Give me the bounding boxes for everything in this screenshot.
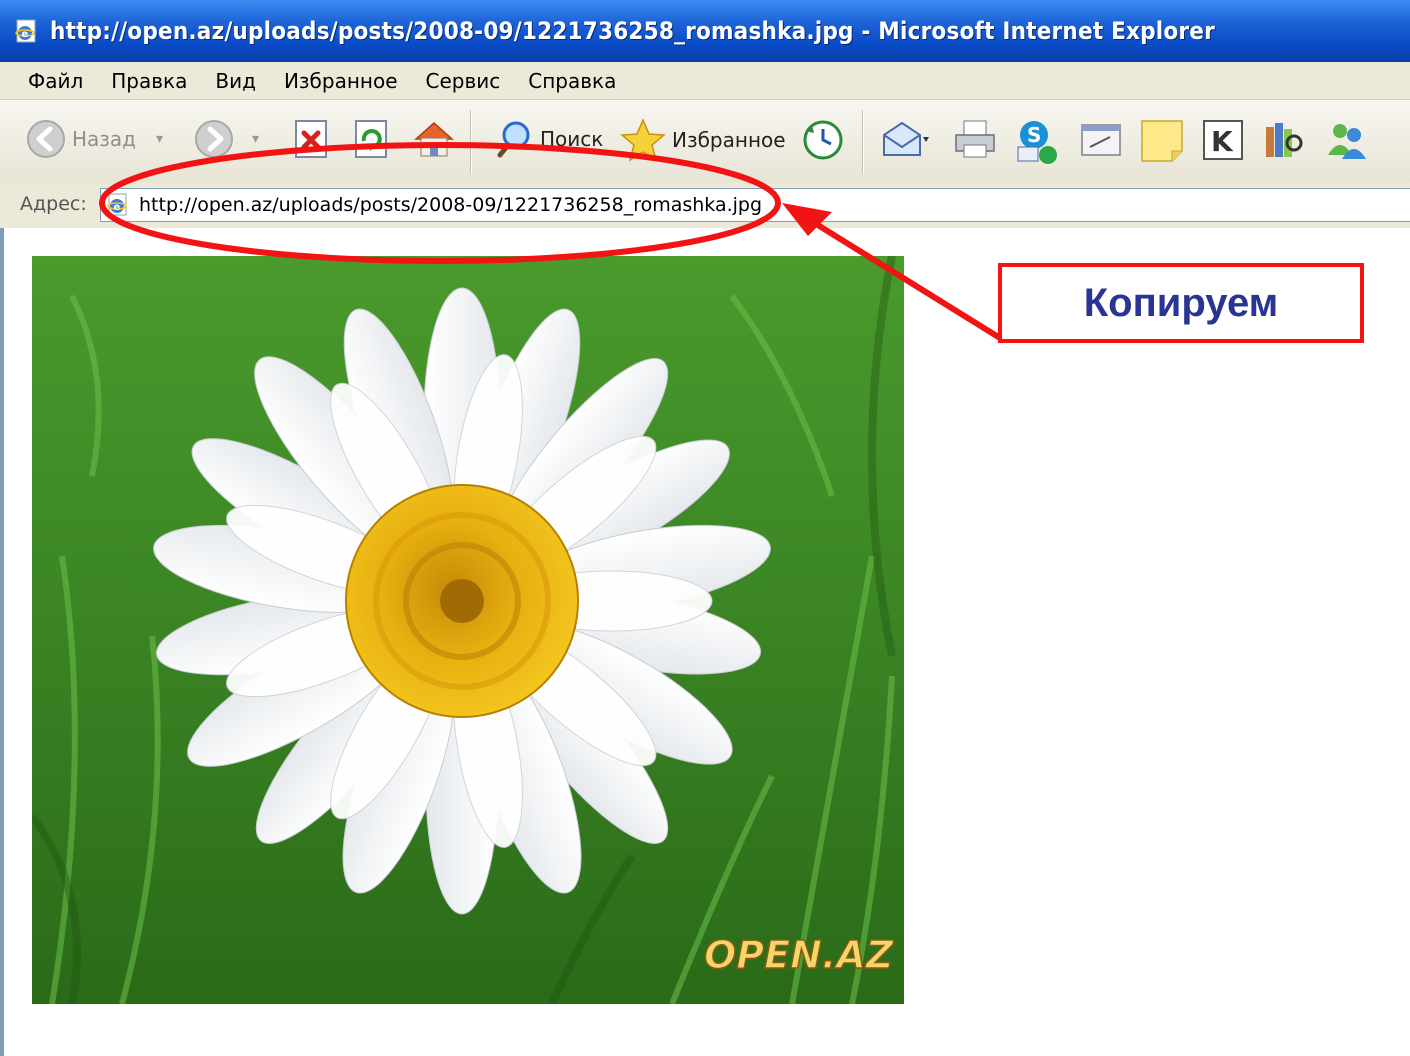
note-button[interactable]	[1138, 117, 1186, 163]
messenger-button[interactable]	[1322, 117, 1372, 163]
favorites-button[interactable]: Избранное	[618, 117, 786, 163]
history-icon	[803, 120, 843, 160]
research-icon	[1266, 123, 1303, 157]
forward-arrow-icon	[195, 120, 233, 158]
forward-dropdown-icon[interactable]: ▾	[252, 131, 259, 147]
window-title: http://open.az/uploads/posts/2008-09/122…	[50, 17, 1215, 45]
svg-text:K: K	[1211, 125, 1234, 158]
menu-file[interactable]: Файл	[28, 69, 83, 93]
callout-text: Копируем	[1083, 280, 1279, 325]
back-button[interactable]: Назад ▾	[24, 117, 163, 161]
search-button[interactable]: Поиск	[496, 117, 603, 161]
window-titlebar: e http://open.az/uploads/posts/2008-09/1…	[0, 0, 1410, 62]
daisy-image: OPEN.AZ	[32, 256, 904, 1004]
menu-tools[interactable]: Сервис	[426, 69, 501, 93]
menu-favorites[interactable]: Избранное	[284, 69, 398, 93]
edit-button[interactable]	[1078, 117, 1124, 161]
print-button[interactable]	[952, 117, 998, 161]
refresh-button[interactable]	[350, 117, 394, 161]
address-input[interactable]: e http://open.az/uploads/posts/2008-09/1…	[100, 188, 1410, 222]
history-button[interactable]	[800, 117, 846, 163]
research-button[interactable]	[1262, 117, 1308, 163]
skype-button[interactable]: S	[1014, 117, 1064, 167]
standard-toolbar: Назад ▾ ▾ Поиск Избранное S K	[0, 100, 1410, 183]
svg-text:e: e	[114, 202, 121, 213]
menu-bar: Файл Правка Вид Избранное Сервис Справка	[0, 62, 1410, 100]
sticky-note-icon	[1141, 120, 1183, 162]
stop-button[interactable]	[290, 117, 334, 161]
annotation-callout: Копируем	[998, 263, 1364, 343]
skype-icon: S	[1017, 121, 1057, 164]
back-label: Назад	[72, 127, 137, 151]
search-label: Поиск	[540, 127, 604, 151]
svg-text:S: S	[1027, 123, 1041, 147]
forward-button[interactable]: ▾	[192, 117, 259, 161]
daisy-photo: OPEN.AZ	[32, 256, 904, 1004]
search-icon	[497, 121, 530, 158]
refresh-icon	[355, 120, 387, 158]
messenger-users-icon	[1328, 124, 1366, 159]
ie-page-icon: e	[15, 19, 36, 43]
address-url: http://open.az/uploads/posts/2008-09/122…	[139, 194, 763, 216]
mail-icon	[883, 121, 929, 156]
home-icon	[414, 121, 454, 157]
watermark-logo: OPEN.AZ	[704, 933, 895, 977]
ie-page-icon: e	[107, 193, 127, 216]
printer-icon	[955, 120, 995, 158]
favorites-label: Избранное	[672, 128, 786, 152]
back-dropdown-icon[interactable]: ▾	[156, 131, 163, 147]
menu-help[interactable]: Справка	[528, 69, 616, 93]
kaspersky-icon: K	[1203, 120, 1243, 160]
favorites-star-icon	[620, 118, 666, 162]
stop-icon	[295, 120, 327, 158]
menu-edit[interactable]: Правка	[111, 69, 187, 93]
kaspersky-button[interactable]: K	[1200, 117, 1246, 163]
edit-icon	[1081, 124, 1121, 156]
address-bar: Адрес: e http://open.az/uploads/posts/20…	[0, 182, 1410, 230]
back-arrow-icon	[27, 120, 65, 158]
svg-text:e: e	[22, 29, 29, 40]
home-button[interactable]	[410, 117, 458, 161]
mail-button[interactable]	[880, 117, 930, 161]
menu-view[interactable]: Вид	[215, 69, 256, 93]
address-label: Адрес:	[20, 193, 87, 215]
